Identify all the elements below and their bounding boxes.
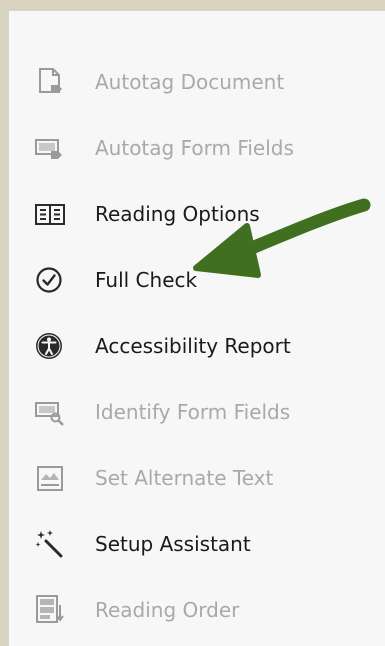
autotag-document-icon xyxy=(39,68,62,93)
setup-assistant-icon xyxy=(35,530,63,558)
accessibility-report-label: Accessibility Report xyxy=(95,334,291,358)
full-check-label: Full Check xyxy=(95,268,198,292)
setup-assistant-label: Setup Assistant xyxy=(95,532,251,556)
full-check-icon xyxy=(36,267,62,293)
full-check-button[interactable]: Full Check xyxy=(9,255,385,305)
identify-form-fields-icon xyxy=(35,402,64,426)
reading-options-icon xyxy=(35,204,65,225)
autotag-document-label: Autotag Document xyxy=(95,70,285,94)
autotag-form-fields-label: Autotag Form Fields xyxy=(95,136,294,160)
set-alternate-text-icon xyxy=(37,466,63,491)
autotag-form-fields-button[interactable]: Autotag Form Fields xyxy=(9,123,385,173)
identify-form-fields-button[interactable]: Identify Form Fields xyxy=(9,387,385,437)
reading-options-label: Reading Options xyxy=(95,202,260,226)
accessibility-report-icon xyxy=(36,333,62,359)
set-alternate-text-button[interactable]: Set Alternate Text xyxy=(9,453,385,503)
setup-assistant-button[interactable]: Setup Assistant xyxy=(9,519,385,569)
accessibility-report-button[interactable]: Accessibility Report xyxy=(9,321,385,371)
reading-order-label: Reading Order xyxy=(95,598,240,622)
reading-order-icon xyxy=(36,595,64,623)
autotag-document-button[interactable]: Autotag Document xyxy=(9,57,385,107)
autotag-form-fields-icon xyxy=(35,139,62,159)
set-alternate-text-label: Set Alternate Text xyxy=(95,466,274,490)
identify-form-fields-label: Identify Form Fields xyxy=(95,400,291,424)
accessibility-tools-panel: Autotag Document Autotag Form Fields Rea… xyxy=(8,10,385,646)
reading-options-button[interactable]: Reading Options xyxy=(9,189,385,239)
reading-order-button[interactable]: Reading Order xyxy=(9,585,385,635)
